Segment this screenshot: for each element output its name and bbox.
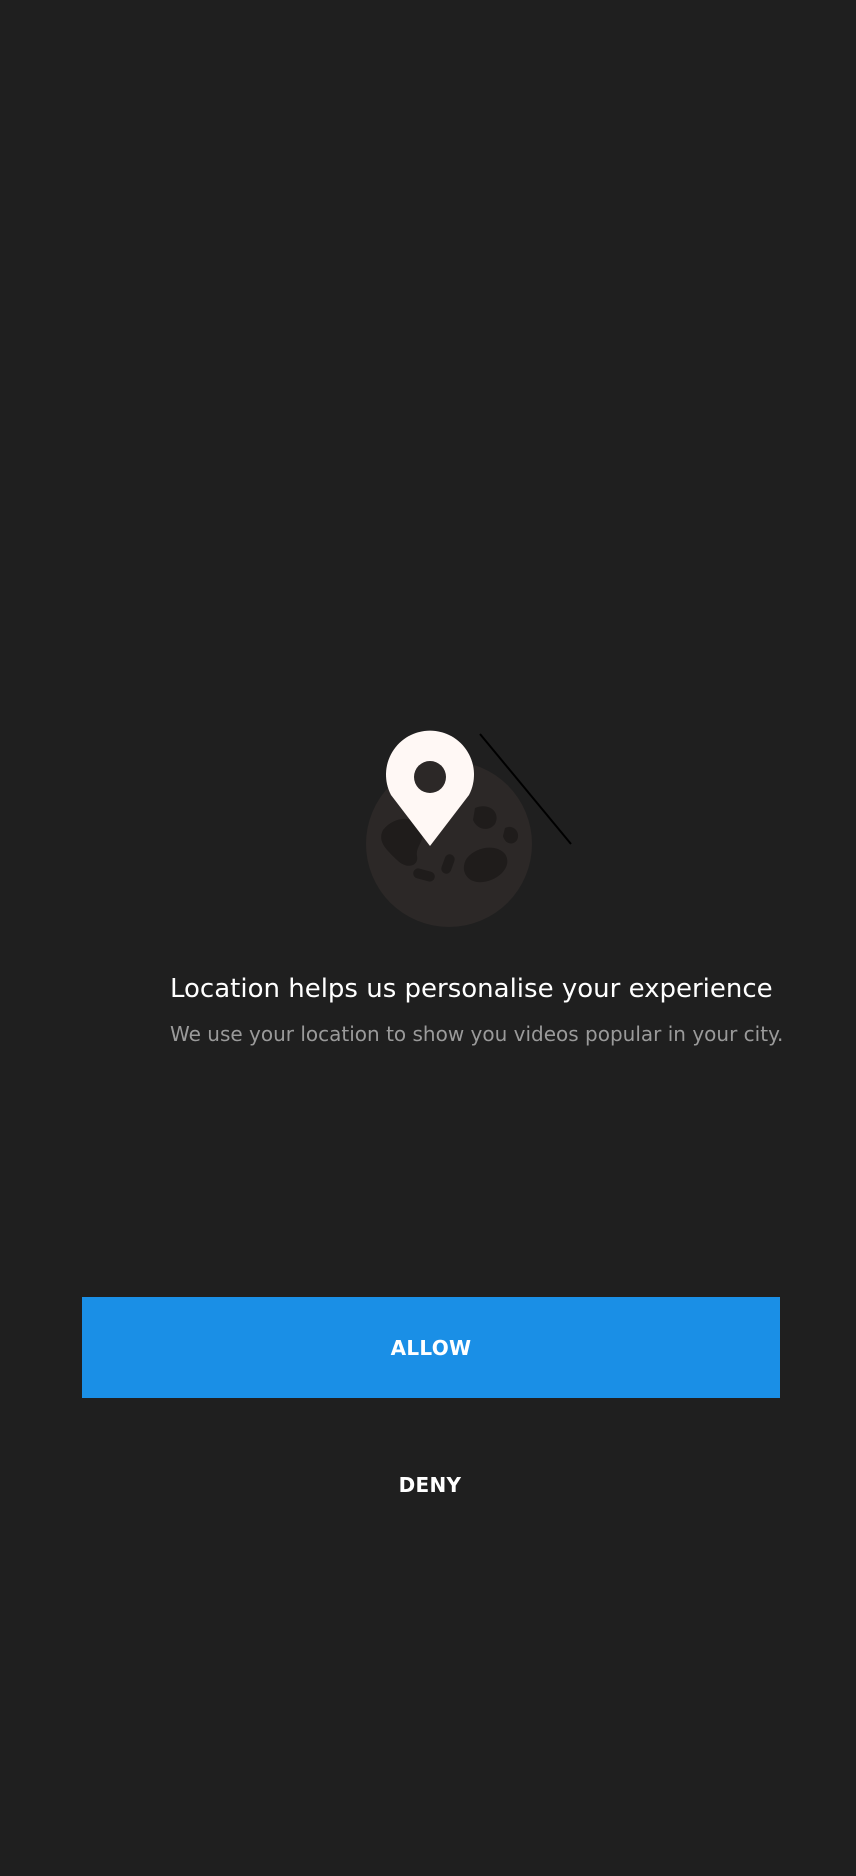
globe-with-pin-graphic [366,730,572,927]
deny-button[interactable]: DENY [330,1463,530,1507]
location-illustration [355,720,575,940]
allow-button[interactable]: ALLOW [82,1297,780,1398]
permission-subtitle: We use your location to show you videos … [170,1022,784,1046]
permission-title: Location helps us personalise your exper… [170,974,773,1004]
